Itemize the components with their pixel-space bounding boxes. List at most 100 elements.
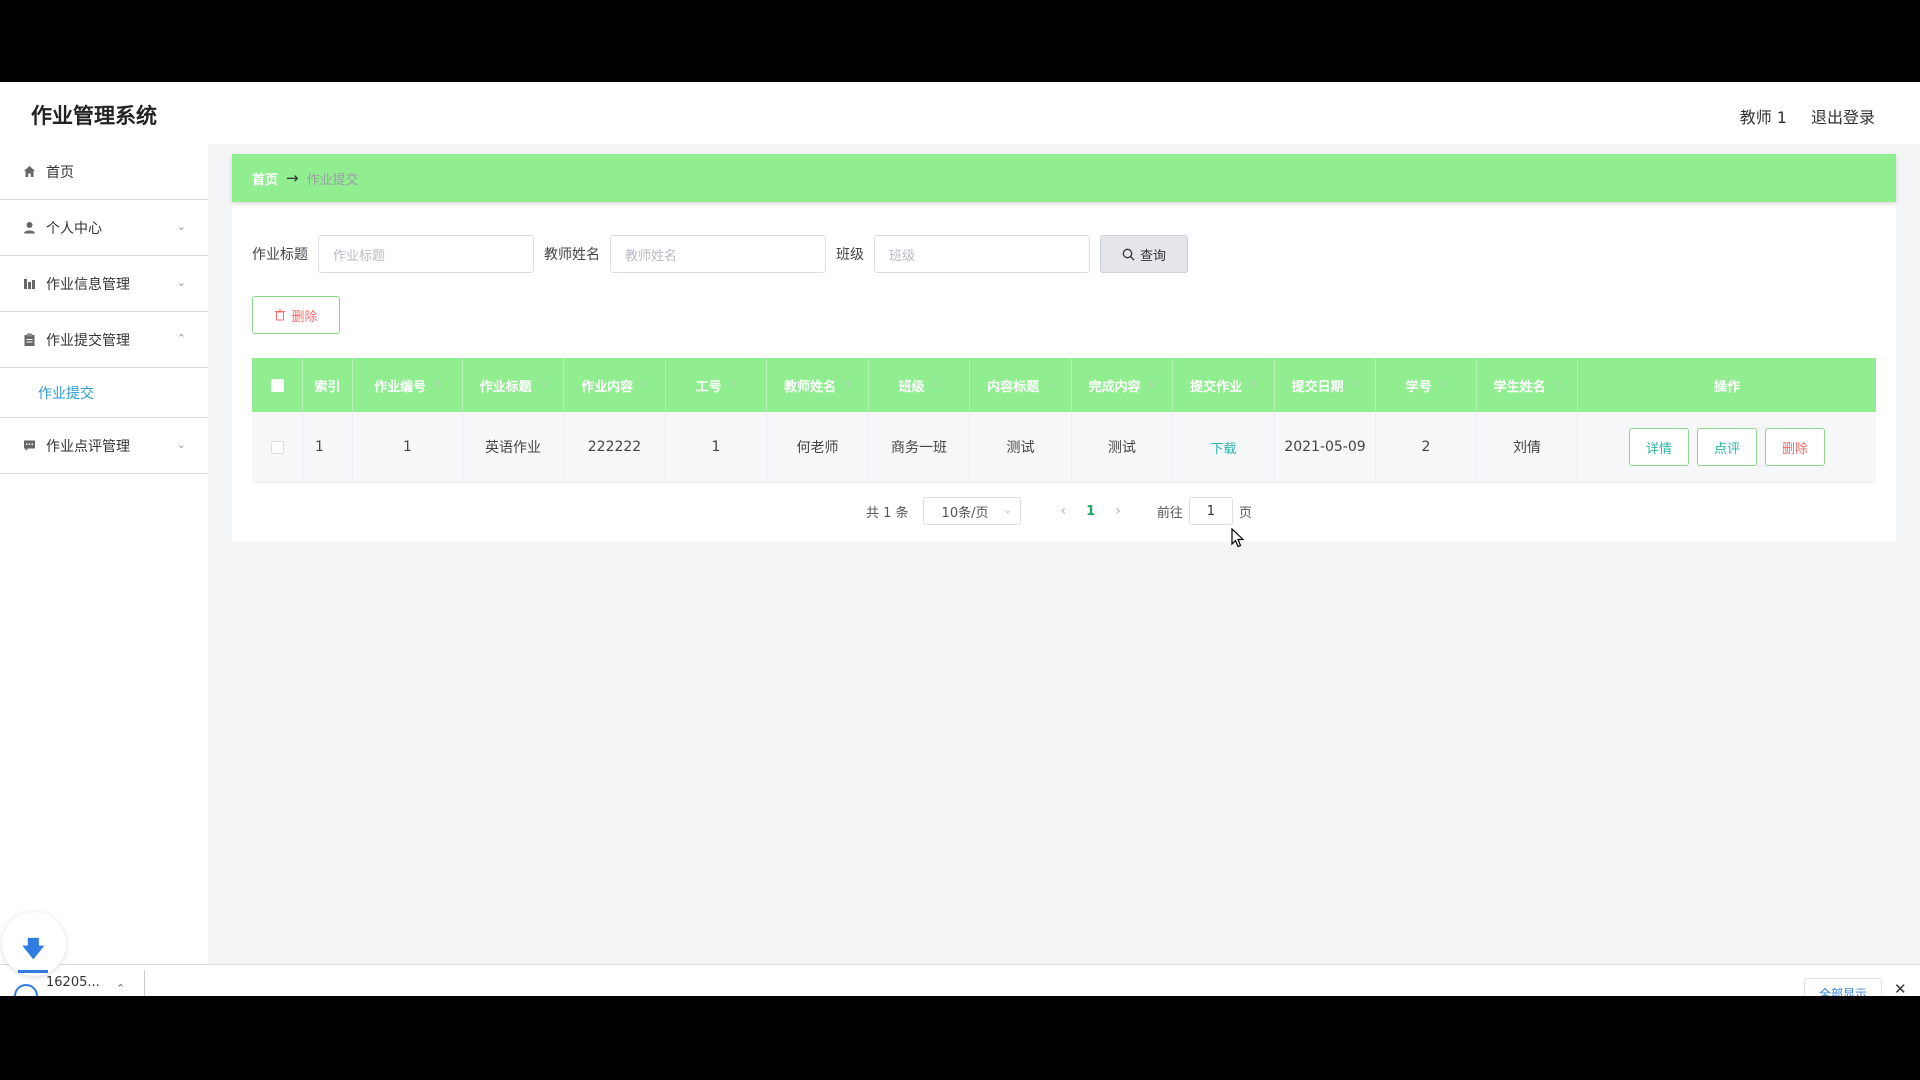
column-header[interactable]: 班级 ⇅ <box>869 358 970 412</box>
breadcrumb-current: 作业提交 <box>306 172 359 188</box>
column-header[interactable]: 作业标题 ⇅ <box>463 358 564 412</box>
sort-icon: ⇅ <box>434 380 441 389</box>
download-file-name[interactable]: 16205... <box>46 975 100 990</box>
trash-icon <box>275 309 286 321</box>
sidebar-item-label: 作业信息管理 <box>46 276 130 293</box>
batch-delete-button[interactable]: 删除 <box>252 296 340 334</box>
next-page-icon[interactable]: › <box>1115 503 1121 519</box>
cell-hw-content: 222222 <box>564 412 666 482</box>
column-header: 操作 <box>1713 379 1740 395</box>
select-all-checkbox[interactable] <box>270 378 284 392</box>
delete-button[interactable]: 删除 <box>1765 428 1825 466</box>
sort-icon: ⇅ <box>539 380 547 389</box>
app-window: 作业管理系统 教师 1 退出登录 首页 个人中心 ⌄ 作业信息管理 ⌄ 作业提交… <box>0 82 1920 996</box>
cell-index: 1 <box>303 412 353 482</box>
column-header[interactable]: 作业编号 ⇅ <box>353 358 463 412</box>
sort-icon: ⇅ <box>1250 380 1257 389</box>
sidebar-item-label: 首页 <box>46 164 74 181</box>
sidebar-item-label: 作业点评管理 <box>46 438 130 455</box>
sidebar-item-personal[interactable]: 个人中心 ⌄ <box>0 200 208 256</box>
sort-icon: ⇅ <box>1351 380 1359 389</box>
page-number-current[interactable]: 1 <box>1086 504 1095 519</box>
column-header[interactable]: 索引 <box>303 358 353 412</box>
column-header[interactable]: 学生姓名 ⇅ <box>1477 358 1578 412</box>
cell-submit: 下载 <box>1173 412 1275 482</box>
download-separator <box>144 970 145 996</box>
cell-date: 2021-05-09 <box>1275 412 1376 482</box>
cell-hw-title: 英语作业 <box>463 412 564 482</box>
goto-page-input[interactable]: 1 <box>1188 497 1233 525</box>
class-input[interactable]: 班级 <box>874 235 1090 273</box>
header: 作业管理系统 教师 1 退出登录 <box>0 82 1920 144</box>
sidebar-subitem-submission[interactable]: 作业提交 <box>0 368 208 418</box>
cell-done-content: 测试 <box>1072 412 1173 482</box>
sidebar-item-home[interactable]: 首页 <box>0 144 208 200</box>
cell-staff-no: 1 <box>666 412 767 482</box>
search-form: 作业标题 作业标题 教师姓名 教师姓名 班级 班级 查询 <box>252 234 1188 274</box>
search-icon <box>1122 248 1135 260</box>
column-header[interactable]: 学号 ⇅ <box>1376 358 1477 412</box>
prev-page-icon[interactable]: ‹ <box>1061 503 1067 519</box>
row-select-cell <box>252 412 303 482</box>
current-user[interactable]: 教师 1 <box>1740 104 1787 128</box>
arrow-right-icon: → <box>286 169 299 187</box>
batch-delete-label: 删除 <box>291 309 318 325</box>
review-button[interactable]: 点评 <box>1697 428 1757 466</box>
column-header[interactable]: 提交日期 ⇅ <box>1275 358 1376 412</box>
cell-actions: 详情 点评 删除 <box>1578 412 1876 482</box>
main-panel <box>232 154 1896 542</box>
cell-content-title: 测试 <box>970 412 1072 482</box>
sidebar-item-homework-info[interactable]: 作业信息管理 ⌄ <box>0 256 208 312</box>
title-input[interactable]: 作业标题 <box>318 235 534 273</box>
search-button[interactable]: 查询 <box>1100 235 1188 273</box>
page-unit-label: 页 <box>1238 505 1252 521</box>
sort-icon: ⇅ <box>729 380 737 389</box>
chevron-up-icon[interactable]: ⌃ <box>116 982 125 995</box>
chevron-up-icon: ⌃ <box>176 332 186 345</box>
download-link[interactable]: 下载 <box>1210 438 1236 457</box>
chevron-down-icon: ⌄ <box>176 220 186 233</box>
home-icon <box>22 165 36 179</box>
sidebar-item-homework-submit[interactable]: 作业提交管理 ⌃ <box>0 312 208 368</box>
column-header[interactable]: 内容标题 ⇅ <box>970 358 1072 412</box>
sort-icon: ⇅ <box>1148 380 1156 389</box>
close-icon[interactable]: ✕ <box>1894 980 1907 996</box>
show-all-button[interactable]: 全部显示 <box>1804 978 1882 996</box>
goto-label: 前往 <box>1156 505 1183 521</box>
chevron-down-icon: ⌄ <box>176 276 186 289</box>
column-header[interactable]: 提交作业 ⇅ <box>1173 358 1275 412</box>
page-size-select[interactable]: 10条/页 ⌄ <box>922 497 1021 525</box>
sidebar: 首页 个人中心 ⌄ 作业信息管理 ⌄ 作业提交管理 ⌃ 作业提交 作业点评管理 … <box>0 144 208 996</box>
sidebar-item-label: 个人中心 <box>46 220 102 237</box>
sort-icon: ⇅ <box>932 380 940 389</box>
chevron-down-icon: ⌄ <box>176 438 186 451</box>
title-label: 作业标题 <box>252 247 308 263</box>
column-header[interactable]: 工号 ⇅ <box>666 358 767 412</box>
pagination: 共 1 条 10条/页 ⌄ ‹ 1 › 前往 1 页 <box>866 496 1252 526</box>
table-header: 索引 作业编号 ⇅ 作业标题 ⇅ 作业内容 ⇅ 工号 ⇅ 教师姓名 ⇅ 班级 ⇅ 内容标题 ⇅… <box>252 358 1876 412</box>
submissions-table: 索引 作业编号 ⇅ 作业标题 ⇅ 作业内容 ⇅ 工号 ⇅ 教师姓名 ⇅ 班级 ⇅ 内容标题 ⇅… <box>252 358 1876 483</box>
detail-button[interactable]: 详情 <box>1629 428 1689 466</box>
teacher-input[interactable]: 教师姓名 <box>610 235 826 273</box>
breadcrumb-home[interactable]: 首页 <box>252 169 278 188</box>
column-header[interactable]: 完成内容 ⇅ <box>1072 358 1173 412</box>
sidebar-item-homework-review[interactable]: 作业点评管理 ⌄ <box>0 418 208 474</box>
column-header[interactable]: 作业内容 ⇅ <box>564 358 666 412</box>
class-label: 班级 <box>836 247 864 263</box>
cell-class: 商务一班 <box>869 412 970 482</box>
breadcrumb: 首页 → 作业提交 <box>232 154 1896 202</box>
download-bar <box>0 964 1920 996</box>
header-user-area: 教师 1 退出登录 <box>1740 104 1875 128</box>
row-checkbox[interactable] <box>270 440 284 454</box>
teacher-label: 教师姓名 <box>544 247 600 263</box>
user-icon <box>22 221 36 235</box>
table-row: 1 1 英语作业 222222 1 何老师 商务一班 测试 测试 下载 2021… <box>252 412 1876 483</box>
download-arrow-icon: 🡇 <box>22 937 45 962</box>
sort-icon: ⇅ <box>641 380 648 389</box>
sidebar-item-label: 作业提交管理 <box>46 332 130 349</box>
select-all-cell <box>252 358 303 412</box>
column-header[interactable]: 教师姓名 ⇅ <box>767 358 869 412</box>
clipboard-icon <box>22 333 36 347</box>
logout-link[interactable]: 退出登录 <box>1811 104 1875 128</box>
sort-icon: ⇅ <box>1439 380 1447 389</box>
